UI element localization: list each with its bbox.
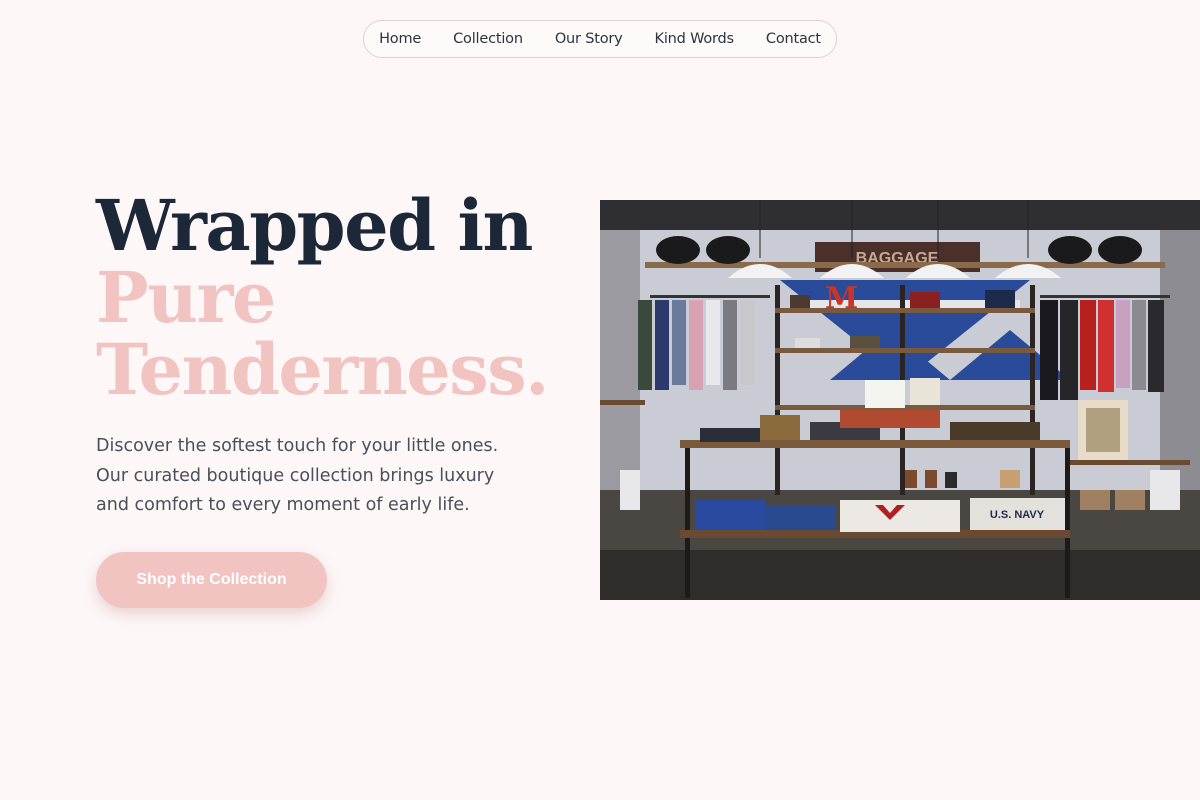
boutique-photo: BAGGAGE M U.S. NAVY	[600, 200, 1200, 600]
shop-collection-button[interactable]: Shop the Collection	[96, 552, 327, 608]
nav-home[interactable]: Home	[379, 31, 421, 47]
hero-description: Discover the softest touch for your litt…	[96, 436, 499, 515]
hero-title-line1: Wrapped in	[96, 184, 533, 267]
boutique-interior-image: BAGGAGE M U.S. NAVY	[600, 200, 1200, 600]
nav-our-story[interactable]: Our Story	[555, 31, 623, 47]
nav-kind-words[interactable]: Kind Words	[655, 31, 735, 47]
hero-title-line3: Tenderness.	[96, 328, 549, 411]
main-nav: Home Collection Our Story Kind Words Con…	[363, 20, 837, 58]
nav-collection[interactable]: Collection	[453, 31, 523, 47]
nav-contact[interactable]: Contact	[766, 31, 821, 47]
hero-title: Wrapped in Pure Tenderness.	[96, 184, 549, 411]
svg-text:U.S. NAVY: U.S. NAVY	[990, 509, 1045, 521]
hero-title-line2: Pure	[96, 256, 276, 339]
